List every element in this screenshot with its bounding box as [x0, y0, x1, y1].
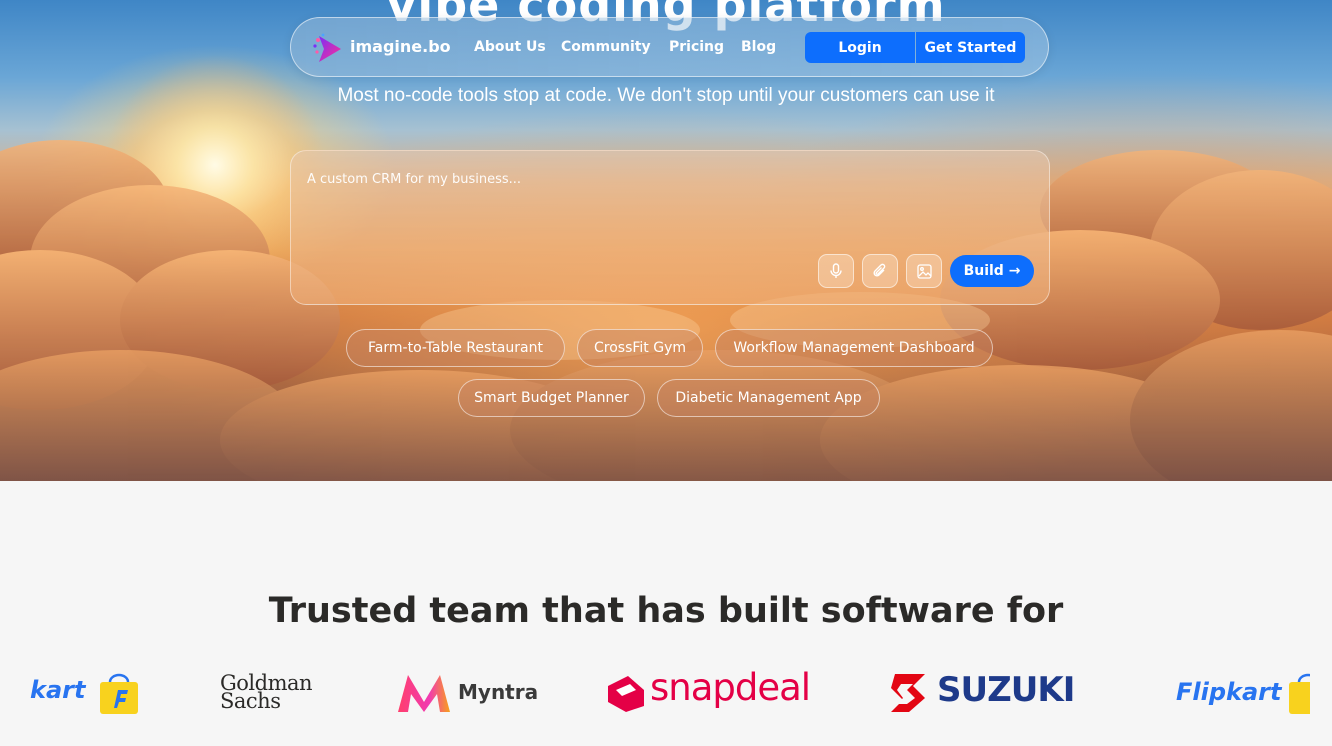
suggestion-chip-workflow-dashboard[interactable]: Workflow Management Dashboard — [715, 329, 993, 367]
flipkart-logo-partial: kart — [30, 676, 85, 704]
nav-link-about-us[interactable]: About Us — [474, 39, 546, 55]
myntra-wordmark: Myntra — [458, 680, 539, 704]
suggestion-chip-crossfit-gym[interactable]: CrossFit Gym — [577, 329, 703, 367]
flipkart-wordmark-partial: kart — [30, 676, 86, 704]
nav-link-blog[interactable]: Blog — [741, 39, 776, 55]
flipkart-bag-icon-2 — [1289, 673, 1310, 714]
suggestion-chip-diabetic-app[interactable]: Diabetic Management App — [657, 379, 880, 417]
flipkart-bag-icon — [100, 673, 138, 714]
snapdeal-wordmark: snapdeal — [650, 666, 811, 709]
nav-link-community[interactable]: Community — [561, 39, 651, 55]
nav-link-pricing[interactable]: Pricing — [669, 39, 724, 55]
login-button[interactable]: Login — [805, 32, 915, 63]
goldman-sachs-logo: Goldman Sachs — [220, 673, 313, 712]
image-icon — [916, 263, 932, 279]
top-navbar: imagine.bo About Us Community Pricing Bl… — [290, 17, 1049, 77]
get-started-button[interactable]: Get Started — [916, 32, 1025, 63]
prompt-box: Build → — [290, 150, 1050, 305]
microphone-icon — [830, 263, 842, 278]
suggestion-chip-budget-planner[interactable]: Smart Budget Planner — [458, 379, 645, 417]
suzuki-wordmark: SUZUKI — [937, 670, 1075, 710]
snapdeal-bag-icon — [608, 676, 644, 712]
trusted-heading: Trusted team that has built software for — [268, 591, 1064, 631]
build-button[interactable]: Build → — [950, 255, 1034, 287]
prompt-input[interactable] — [307, 168, 1027, 190]
myntra-m-icon — [398, 675, 450, 712]
logo-icon[interactable] — [313, 31, 343, 65]
suggestion-chip-farm-to-table[interactable]: Farm-to-Table Restaurant — [346, 329, 565, 367]
brand-logo-strip: kart Goldman Sachs Myntra snapdeal SUZUK… — [30, 660, 1310, 730]
upload-image-button[interactable] — [906, 254, 942, 288]
attach-file-button[interactable] — [862, 254, 898, 288]
microphone-button[interactable] — [818, 254, 854, 288]
paperclip-icon — [873, 263, 886, 277]
hero-section: vibe coding platform imagine.bo About Us… — [0, 0, 1332, 481]
brand-name[interactable]: imagine.bo — [350, 37, 451, 56]
hero-subtitle: Most no-code tools stop at code. We don'… — [337, 85, 995, 106]
flipkart-wordmark: Flipkart — [1176, 678, 1282, 706]
suzuki-s-icon — [891, 674, 925, 712]
